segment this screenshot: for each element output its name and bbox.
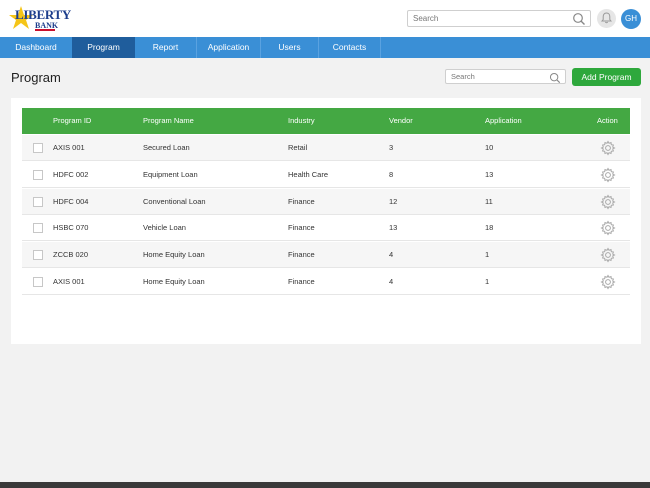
nav-divider <box>380 37 381 58</box>
cell-program-id: AXIS 001 <box>53 143 85 152</box>
row-checkbox[interactable] <box>33 223 43 234</box>
cell-program-name: Conventional Loan <box>143 196 206 206</box>
cell-program-id: HSBC 070 <box>53 223 89 233</box>
gear-icon[interactable] <box>600 274 616 292</box>
nav-item-users[interactable]: Users <box>261 37 318 58</box>
logo-underline <box>35 29 55 31</box>
row-checkbox[interactable] <box>33 196 43 207</box>
table-row[interactable]: HDFC 002 Equipment Loan Health Care 8 13 <box>22 162 630 188</box>
table-row[interactable]: HSBC 070 Vehicle Loan Finance 13 18 <box>22 215 630 242</box>
cell-application: 18 <box>485 223 494 233</box>
program-search-input[interactable] <box>446 70 546 83</box>
table-row[interactable]: AXIS 001 Secured Loan Retail 3 10 <box>22 135 630 161</box>
table-row[interactable]: HDFC 004 Conventional Loan Finance 12 11 <box>22 188 630 215</box>
cell-program-id: ZCCB 020 <box>53 250 89 260</box>
cell-program-name: Home Equity Loan <box>143 277 205 286</box>
table-row[interactable]: ZCCB 020 Home Equity Loan Finance 4 1 <box>22 242 630 269</box>
cell-program-id: HDFC 004 <box>53 196 89 206</box>
cell-industry: Finance <box>288 196 315 206</box>
column-header-program-id[interactable]: Program ID <box>53 108 91 134</box>
gear-icon[interactable] <box>600 194 616 212</box>
cell-vendor: 3 <box>389 143 394 152</box>
row-checkbox[interactable] <box>33 169 43 180</box>
cell-program-name: Secured Loan <box>143 143 190 152</box>
notifications-button[interactable] <box>597 9 616 28</box>
main-nav: Dashboard Program Report Application Use… <box>0 37 650 58</box>
program-table-panel: Program ID Program Name Industry Vendor … <box>11 98 641 344</box>
nav-item-contacts[interactable]: Contacts <box>319 37 380 58</box>
row-checkbox[interactable] <box>33 277 43 287</box>
search-icon[interactable] <box>572 12 586 31</box>
column-header-industry[interactable]: Industry <box>288 108 315 134</box>
cell-program-id: HDFC 002 <box>53 169 89 179</box>
bell-icon <box>601 12 612 24</box>
app-header: LIBERTY BANK GH <box>0 0 650 37</box>
cell-industry: Retail <box>288 143 308 152</box>
user-avatar[interactable]: GH <box>621 9 641 29</box>
cell-application: 13 <box>485 169 494 179</box>
nav-item-program[interactable]: Program <box>72 37 135 58</box>
cell-industry: Finance <box>288 223 315 233</box>
nav-item-report[interactable]: Report <box>135 37 196 58</box>
cell-industry: Health Care <box>288 169 329 179</box>
table-header: Program ID Program Name Industry Vendor … <box>22 108 630 134</box>
cell-program-id: AXIS 001 <box>53 277 85 286</box>
cell-vendor: 4 <box>389 277 394 286</box>
column-header-application[interactable]: Application <box>485 108 522 134</box>
table-row[interactable]: AXIS 001 Home Equity Loan Finance 4 1 <box>22 269 630 295</box>
row-checkbox[interactable] <box>33 250 43 261</box>
cell-application: 1 <box>485 277 490 286</box>
cell-vendor: 12 <box>389 196 398 206</box>
cell-application: 10 <box>485 143 494 152</box>
gear-icon[interactable] <box>600 220 616 238</box>
column-header-program-name[interactable]: Program Name <box>143 108 194 134</box>
gear-icon[interactable] <box>600 167 616 185</box>
gear-icon[interactable] <box>600 247 616 265</box>
liberty-bank-logo[interactable]: LIBERTY BANK <box>9 4 71 34</box>
program-search[interactable] <box>445 69 566 84</box>
nav-item-dashboard[interactable]: Dashboard <box>0 37 72 58</box>
search-icon[interactable] <box>549 71 561 89</box>
gear-icon[interactable] <box>600 140 616 158</box>
global-search-input[interactable] <box>408 11 568 26</box>
page-title: Program <box>11 70 61 85</box>
bottom-bar <box>0 482 650 488</box>
cell-vendor: 13 <box>389 223 398 233</box>
nav-item-application[interactable]: Application <box>197 37 260 58</box>
cell-program-name: Vehicle Loan <box>143 223 186 233</box>
cell-vendor: 8 <box>389 169 394 179</box>
add-program-button[interactable]: Add Program <box>572 68 641 86</box>
cell-program-name: Home Equity Loan <box>143 250 205 260</box>
global-search[interactable] <box>407 10 591 27</box>
cell-application: 11 <box>485 196 493 206</box>
column-header-action: Action <box>597 116 618 125</box>
cell-vendor: 4 <box>389 250 394 260</box>
cell-industry: Finance <box>288 250 315 260</box>
column-header-vendor[interactable]: Vendor <box>389 108 413 134</box>
row-checkbox[interactable] <box>33 143 43 153</box>
cell-industry: Finance <box>288 277 315 286</box>
cell-application: 1 <box>485 250 490 260</box>
cell-program-name: Equipment Loan <box>143 169 198 179</box>
